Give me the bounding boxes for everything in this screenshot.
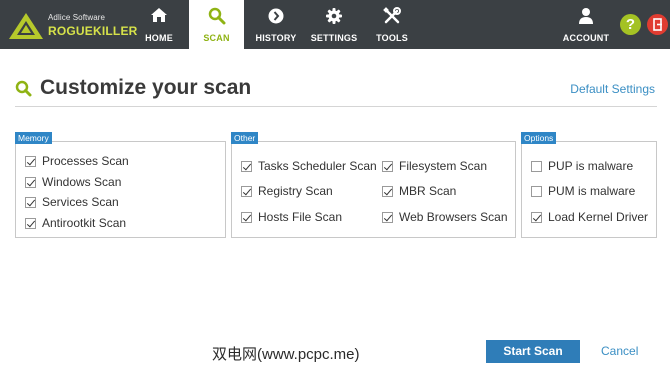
exit-button[interactable]: [647, 14, 668, 35]
tasks-scheduler-scan-option[interactable]: Tasks Scheduler Scan: [241, 159, 377, 173]
filesystem-scan-checkbox[interactable]: [382, 160, 393, 172]
nav-history-label: HISTORY: [255, 33, 297, 43]
tasks-scheduler-scan-label: Tasks Scheduler Scan: [258, 159, 377, 173]
other-group: Other Tasks Scheduler Scan Registry Scan…: [231, 132, 516, 238]
pum-is-malware-checkbox[interactable]: [531, 185, 542, 197]
pup-is-malware-label: PUP is malware: [548, 159, 634, 173]
app-logo: Adlice Software ROGUEKILLER: [6, 6, 138, 44]
mbr-scan-option[interactable]: MBR Scan: [382, 184, 456, 198]
other-group-label: Other: [231, 132, 259, 144]
top-navigation-bar: Adlice Software ROGUEKILLER HOME SCAN HI…: [0, 0, 670, 49]
nav-tools-label: TOOLS: [376, 33, 408, 43]
start-scan-button[interactable]: Start Scan: [486, 340, 580, 363]
processes-scan-option[interactable]: Processes Scan: [25, 154, 129, 168]
search-icon: [15, 80, 32, 97]
cancel-link[interactable]: Cancel: [601, 344, 638, 358]
mbr-scan-checkbox[interactable]: [382, 185, 393, 197]
nav-home[interactable]: HOME: [133, 0, 185, 49]
nav-settings[interactable]: SETTINGS: [307, 0, 361, 49]
hosts-file-scan-label: Hosts File Scan: [258, 210, 343, 224]
brand-vendor: Adlice Software: [48, 13, 106, 22]
load-kernel-driver-checkbox[interactable]: [531, 211, 542, 223]
nav-scan-label: SCAN: [203, 33, 230, 43]
help-icon: ?: [625, 16, 636, 33]
services-scan-checkbox[interactable]: [25, 196, 36, 208]
exit-icon: [653, 18, 662, 31]
watermark-text: 双电网(www.pcpc.me): [212, 346, 360, 363]
nav-scan[interactable]: SCAN: [189, 0, 244, 49]
memory-group: Memory Processes Scan Windows Scan Servi…: [15, 132, 226, 238]
registry-scan-checkbox[interactable]: [241, 185, 252, 197]
page-title: Customize your scan: [40, 76, 252, 99]
brand-name: ROGUEKILLER: [48, 24, 138, 38]
web-browsers-scan-label: Web Browsers Scan: [399, 210, 508, 224]
tasks-scheduler-scan-checkbox[interactable]: [241, 160, 252, 172]
nav-account[interactable]: ACCOUNT: [560, 0, 612, 49]
load-kernel-driver-option[interactable]: Load Kernel Driver: [531, 210, 648, 224]
web-browsers-scan-checkbox[interactable]: [382, 211, 393, 223]
hosts-file-scan-option[interactable]: Hosts File Scan: [241, 210, 342, 224]
memory-group-label: Memory: [15, 132, 52, 144]
mbr-scan-label: MBR Scan: [399, 184, 457, 198]
web-browsers-scan-option[interactable]: Web Browsers Scan: [382, 210, 508, 224]
nav-tools[interactable]: TOOLS: [366, 0, 418, 49]
nav-history[interactable]: HISTORY: [250, 0, 302, 49]
services-scan-label: Services Scan: [42, 195, 119, 209]
pup-is-malware-checkbox[interactable]: [531, 160, 542, 172]
default-settings-link[interactable]: Default Settings: [570, 82, 655, 96]
processes-scan-label: Processes Scan: [42, 154, 129, 168]
antirootkit-scan-label: Antirootkit Scan: [42, 216, 127, 230]
registry-scan-label: Registry Scan: [258, 184, 333, 198]
filesystem-scan-option[interactable]: Filesystem Scan: [382, 159, 487, 173]
pum-is-malware-option[interactable]: PUM is malware: [531, 184, 635, 198]
search-icon: [189, 7, 244, 25]
options-group: Options PUP is malware PUM is malware Lo…: [521, 132, 657, 238]
antirootkit-scan-checkbox[interactable]: [25, 217, 36, 229]
windows-scan-label: Windows Scan: [42, 175, 122, 189]
hosts-file-scan-checkbox[interactable]: [241, 211, 252, 223]
nav-account-label: ACCOUNT: [562, 33, 610, 43]
windows-scan-checkbox[interactable]: [25, 176, 36, 188]
load-kernel-driver-label: Load Kernel Driver: [548, 210, 649, 224]
nav-home-label: HOME: [145, 33, 173, 43]
tools-icon: [366, 7, 418, 25]
windows-scan-option[interactable]: Windows Scan: [25, 175, 121, 189]
antirootkit-scan-option[interactable]: Antirootkit Scan: [25, 216, 126, 230]
gear-icon: [307, 7, 361, 25]
user-icon: [560, 7, 612, 25]
services-scan-option[interactable]: Services Scan: [25, 195, 119, 209]
page-header: Customize your scan Default Settings: [15, 74, 657, 107]
history-icon: [250, 7, 302, 25]
roguekiller-logo-icon: [9, 13, 43, 39]
home-icon: [133, 7, 185, 25]
pum-is-malware-label: PUM is malware: [548, 184, 636, 198]
options-group-label: Options: [521, 132, 557, 144]
pup-is-malware-option[interactable]: PUP is malware: [531, 159, 633, 173]
nav-settings-label: SETTINGS: [310, 33, 358, 43]
help-button[interactable]: ?: [620, 14, 641, 35]
registry-scan-option[interactable]: Registry Scan: [241, 184, 333, 198]
filesystem-scan-label: Filesystem Scan: [399, 159, 488, 173]
processes-scan-checkbox[interactable]: [25, 155, 36, 167]
